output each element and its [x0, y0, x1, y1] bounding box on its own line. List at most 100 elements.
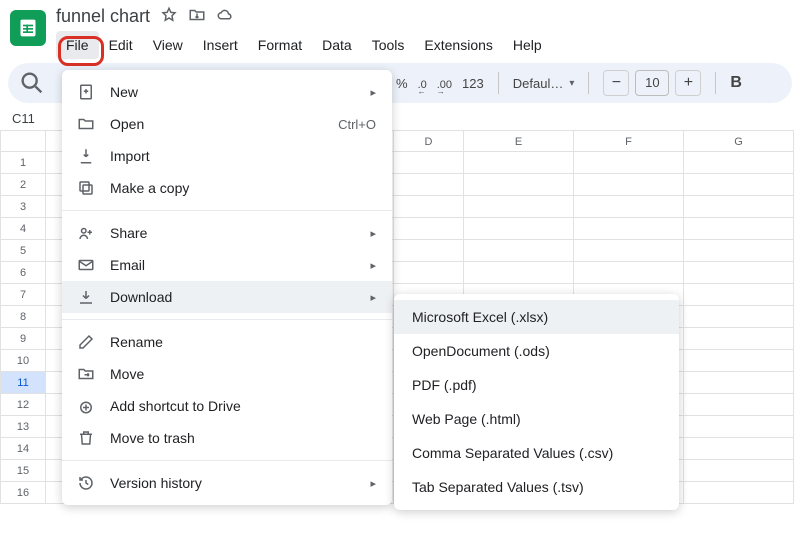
cell[interactable] [464, 262, 574, 284]
percent-format-button[interactable]: % [396, 76, 408, 91]
cell[interactable] [574, 262, 684, 284]
cell[interactable] [684, 284, 794, 306]
menu-tools[interactable]: Tools [362, 31, 415, 59]
row-header[interactable]: 13 [0, 416, 46, 438]
row-header[interactable]: 7 [0, 284, 46, 306]
file-menu-version-history[interactable]: Version history ▸ [62, 467, 392, 499]
cell[interactable] [684, 306, 794, 328]
cell[interactable] [394, 152, 464, 174]
cell[interactable] [394, 218, 464, 240]
download-pdf[interactable]: PDF (.pdf) [394, 368, 679, 402]
row-header[interactable]: 4 [0, 218, 46, 240]
cell[interactable] [394, 262, 464, 284]
cell[interactable] [574, 152, 684, 174]
cell[interactable] [464, 196, 574, 218]
font-size-increase-button[interactable]: + [675, 70, 701, 96]
column-header-e[interactable]: E [464, 130, 574, 152]
menu-extensions[interactable]: Extensions [414, 31, 502, 59]
row-header[interactable]: 8 [0, 306, 46, 328]
row-header[interactable]: 11 [0, 372, 46, 394]
download-xlsx[interactable]: Microsoft Excel (.xlsx) [394, 300, 679, 334]
cell[interactable] [684, 240, 794, 262]
sheets-logo[interactable] [10, 10, 46, 46]
download-ods[interactable]: OpenDocument (.ods) [394, 334, 679, 368]
font-size-value[interactable]: 10 [635, 70, 669, 96]
decrease-decimal-button[interactable]: .0← [418, 76, 427, 91]
cloud-status-icon[interactable] [216, 6, 234, 27]
number-format-button[interactable]: 123 [462, 76, 484, 91]
file-menu-download[interactable]: Download ▸ [62, 281, 392, 313]
file-menu-move[interactable]: Move [62, 358, 392, 390]
cell[interactable] [684, 482, 794, 504]
cell[interactable] [574, 196, 684, 218]
cell[interactable] [394, 240, 464, 262]
cell[interactable] [684, 416, 794, 438]
star-icon[interactable] [160, 6, 178, 27]
column-header-g[interactable]: G [684, 130, 794, 152]
download-html[interactable]: Web Page (.html) [394, 402, 679, 436]
file-menu-email[interactable]: Email ▸ [62, 249, 392, 281]
cell[interactable] [574, 174, 684, 196]
cell[interactable] [464, 240, 574, 262]
search-icon[interactable] [18, 69, 46, 97]
cell[interactable] [684, 394, 794, 416]
download-tsv[interactable]: Tab Separated Values (.tsv) [394, 470, 679, 504]
bold-button[interactable]: B [730, 74, 742, 92]
font-selector[interactable]: Defaul…▾ [513, 76, 575, 91]
column-header-f[interactable]: F [574, 130, 684, 152]
file-menu-add-shortcut[interactable]: Add shortcut to Drive [62, 390, 392, 422]
name-box[interactable]: C11 [12, 111, 60, 126]
cell[interactable] [684, 460, 794, 482]
row-header[interactable]: 5 [0, 240, 46, 262]
column-header-d[interactable]: D [394, 130, 464, 152]
cell[interactable] [684, 350, 794, 372]
menu-file[interactable]: File [56, 31, 99, 59]
cell[interactable] [684, 152, 794, 174]
row-header[interactable]: 6 [0, 262, 46, 284]
row-header[interactable]: 14 [0, 438, 46, 460]
row-header[interactable]: 9 [0, 328, 46, 350]
cell[interactable] [684, 438, 794, 460]
file-menu-share[interactable]: Share ▸ [62, 217, 392, 249]
cell[interactable] [574, 218, 684, 240]
cell[interactable] [394, 174, 464, 196]
font-size-decrease-button[interactable]: − [603, 70, 629, 96]
file-menu-import[interactable]: Import [62, 140, 392, 172]
cell[interactable] [574, 240, 684, 262]
row-header[interactable]: 16 [0, 482, 46, 504]
cell[interactable] [394, 196, 464, 218]
file-menu-new[interactable]: New ▸ [62, 76, 392, 108]
cell[interactable] [464, 174, 574, 196]
row-header[interactable]: 2 [0, 174, 46, 196]
file-menu-rename[interactable]: Rename [62, 326, 392, 358]
file-menu-copy-label: Make a copy [110, 180, 376, 196]
file-menu-open-shortcut: Ctrl+O [338, 117, 376, 132]
row-header[interactable]: 15 [0, 460, 46, 482]
file-menu-open[interactable]: Open Ctrl+O [62, 108, 392, 140]
row-header[interactable]: 1 [0, 152, 46, 174]
row-header[interactable]: 3 [0, 196, 46, 218]
cell[interactable] [464, 218, 574, 240]
select-all-corner[interactable] [0, 130, 46, 152]
document-title[interactable]: funnel chart [56, 6, 150, 27]
cell[interactable] [684, 196, 794, 218]
menu-insert[interactable]: Insert [193, 31, 248, 59]
cell[interactable] [684, 372, 794, 394]
row-header[interactable]: 10 [0, 350, 46, 372]
menu-edit[interactable]: Edit [99, 31, 143, 59]
download-csv[interactable]: Comma Separated Values (.csv) [394, 436, 679, 470]
file-menu-trash[interactable]: Move to trash [62, 422, 392, 454]
menu-format[interactable]: Format [248, 31, 312, 59]
cell[interactable] [684, 262, 794, 284]
file-menu-make-copy[interactable]: Make a copy [62, 172, 392, 204]
cell[interactable] [684, 218, 794, 240]
menu-view[interactable]: View [143, 31, 193, 59]
increase-decimal-button[interactable]: .00→ [437, 76, 452, 91]
cell[interactable] [684, 328, 794, 350]
menu-help[interactable]: Help [503, 31, 552, 59]
menu-data[interactable]: Data [312, 31, 362, 59]
cell[interactable] [684, 174, 794, 196]
cell[interactable] [464, 152, 574, 174]
move-to-folder-icon[interactable] [188, 6, 206, 27]
row-header[interactable]: 12 [0, 394, 46, 416]
